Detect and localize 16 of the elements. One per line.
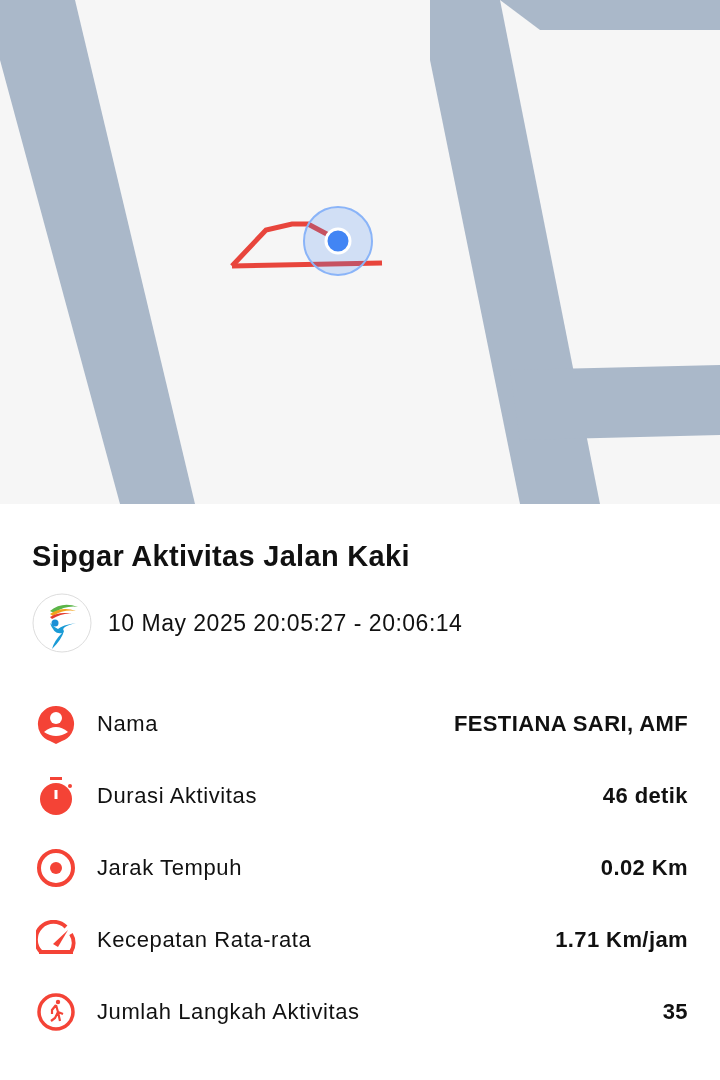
stat-value: FESTIANA SARI, AMF <box>453 711 688 737</box>
target-icon <box>36 848 76 888</box>
stat-label: Nama <box>97 711 160 737</box>
stat-value: 1.71 Km/jam <box>555 927 688 953</box>
person-pin-icon <box>36 704 76 744</box>
logo-icon <box>32 593 92 653</box>
stat-value: 35 <box>662 999 688 1025</box>
activity-title: Sipgar Aktivitas Jalan Kaki <box>32 540 411 573</box>
stat-label: Jarak Tempuh <box>97 855 243 881</box>
stat-label: Durasi Aktivitas <box>97 783 258 809</box>
stat-label: Kecepatan Rata-rata <box>97 927 313 953</box>
stat-value: 0.02 Km <box>600 855 688 881</box>
stat-label: Jumlah Langkah Aktivitas <box>97 999 361 1025</box>
stat-value: 46 detik <box>602 783 688 809</box>
walking-person-icon <box>36 992 76 1032</box>
time-range: 10 May 2025 20:05:27 - 20:06:14 <box>108 609 463 637</box>
